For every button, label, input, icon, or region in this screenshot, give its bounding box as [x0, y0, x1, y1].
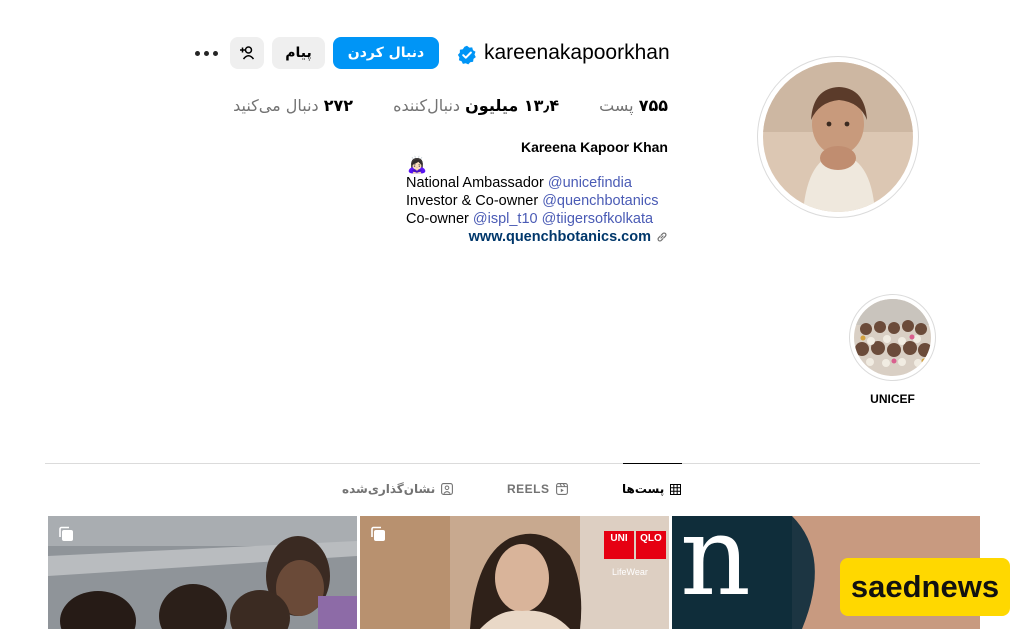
tabs-divider: [45, 463, 980, 464]
bio-text: National Ambassador: [406, 175, 544, 191]
tab-posts-label: پست‌ها: [622, 482, 665, 496]
bio-emoji: 🙇🏻‍♀️: [407, 155, 427, 174]
tab-posts[interactable]: پست‌ها: [622, 482, 682, 496]
following-count[interactable]: ۲۷۲ دنبال می‌کنید: [233, 96, 353, 115]
tagged-user-icon: [441, 483, 454, 495]
link-icon: [657, 232, 667, 242]
followers-count-value: ۱۳٫۴ میلیون: [465, 96, 560, 115]
followers-count-label: دنبال‌کننده: [393, 96, 461, 115]
post-thumbnail[interactable]: [48, 516, 357, 629]
multiple-images-icon: [371, 526, 385, 541]
more-horizontal-icon: [193, 50, 220, 56]
reels-icon: [555, 483, 568, 495]
bio-line-2: Investor & Co-owner @quenchbotanics: [406, 192, 659, 210]
mention-link[interactable]: @tiigersofkolkata: [542, 211, 653, 227]
brand-logo-part: QLO: [640, 533, 662, 544]
bio-line-3: Co-owner @ispl_t10 @tiigersofkolkata: [406, 210, 659, 228]
profile-bio: National Ambassador @unicefindia Investo…: [406, 174, 659, 228]
bio-line-1: National Ambassador @unicefindia: [406, 174, 659, 192]
tab-reels[interactable]: REELS: [507, 482, 568, 496]
highlight-image: [854, 299, 931, 376]
brand-tagline: LifeWear: [612, 567, 648, 577]
bio-website-link[interactable]: www.quenchbotanics.com: [469, 229, 668, 245]
profile-username: kareenakapoorkhan: [484, 41, 670, 64]
tab-reels-label: REELS: [507, 482, 550, 496]
posts-count-label: پست: [599, 96, 634, 115]
mention-link[interactable]: @unicefindia: [548, 175, 632, 191]
mention-link[interactable]: @quenchbotanics: [542, 193, 658, 209]
more-options-button[interactable]: [192, 40, 220, 66]
verified-badge-icon: [457, 45, 476, 65]
multiple-images-icon: [59, 526, 73, 541]
post-thumbnail[interactable]: UNI QLO LifeWear: [360, 516, 669, 629]
avatar-image: [763, 62, 913, 212]
magazine-logo-letter: n: [680, 516, 751, 620]
suggested-users-button[interactable]: [230, 37, 264, 69]
message-button[interactable]: پیام: [272, 37, 325, 69]
profile-full-name: Kareena Kapoor Khan: [520, 139, 668, 155]
following-count-value: ۲۷۲: [323, 96, 354, 115]
highlight-label: UNICEF: [870, 392, 915, 406]
mention-link[interactable]: @ispl_t10: [473, 211, 538, 227]
following-count-label: دنبال می‌کنید: [233, 96, 319, 115]
bio-text: Co-owner: [406, 211, 469, 227]
brand-logo-part: UNI: [610, 533, 628, 544]
watermark-logo: saednews: [840, 558, 1010, 616]
posts-count-value: ۷۵۵: [638, 96, 668, 115]
person-add-icon: [240, 46, 255, 60]
website-url: www.quenchbotanics.com: [468, 229, 651, 245]
story-highlight-unicef[interactable]: [849, 294, 936, 381]
tab-tagged[interactable]: نشان‌گذاری‌شده: [342, 482, 454, 496]
posts-count[interactable]: ۷۵۵ پست: [599, 96, 668, 115]
profile-stats: ۷۵۵ پست ۱۳٫۴ میلیون دنبال‌کننده ۲۷۲ دنبا…: [233, 96, 668, 115]
follow-button[interactable]: دنبال کردن: [333, 37, 439, 69]
profile-avatar[interactable]: [757, 56, 919, 218]
active-tab-indicator: [623, 463, 682, 464]
followers-count[interactable]: ۱۳٫۴ میلیون دنبال‌کننده: [393, 96, 559, 115]
grid-icon: [670, 483, 682, 495]
bio-text: Investor & Co-owner: [406, 193, 539, 209]
tab-tagged-label: نشان‌گذاری‌شده: [342, 482, 436, 496]
